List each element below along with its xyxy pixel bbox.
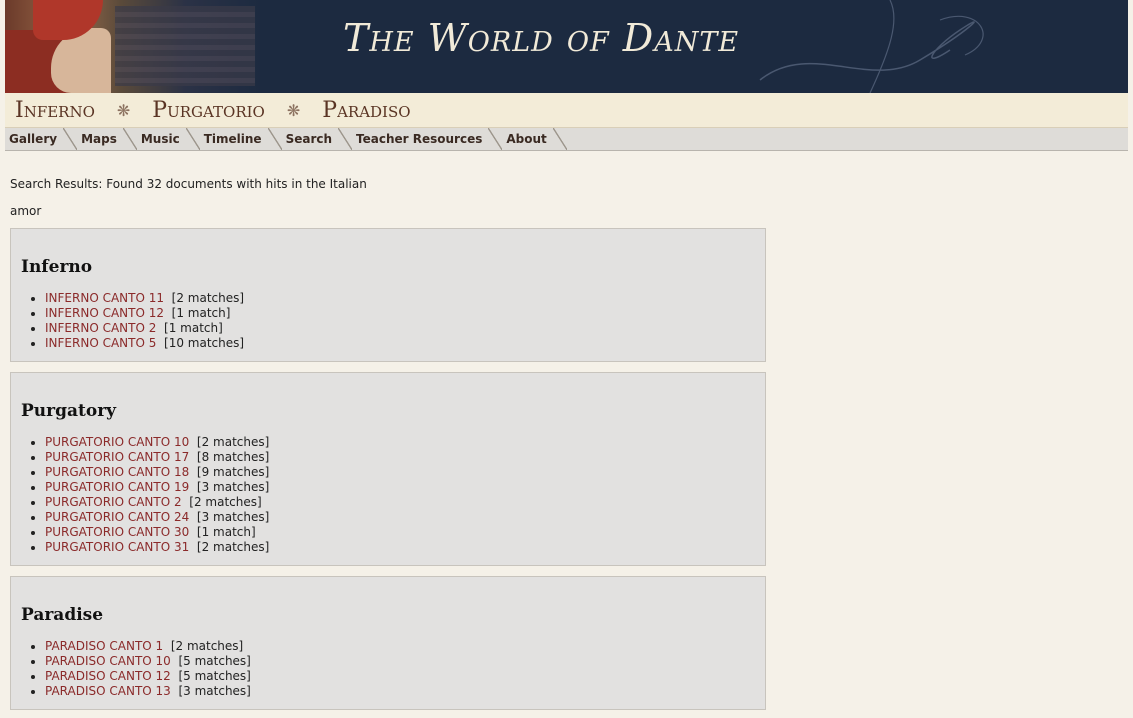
section-heading: Paradise [21,605,104,625]
result-link[interactable]: PARADISO CANTO 12 [45,669,171,683]
nav-teacher-resources[interactable]: Teacher Resources [352,128,488,150]
result-link[interactable]: PURGATORIO CANTO 24 [45,510,189,524]
list-item: PURGATORIO CANTO 17 [8 matches] [45,450,755,465]
match-count: [2 matches] [189,495,262,509]
result-link[interactable]: PURGATORIO CANTO 18 [45,465,189,479]
canticle-paradiso-link[interactable]: Paradiso [322,98,410,123]
result-link[interactable]: PURGATORIO CANTO 30 [45,525,189,539]
result-link[interactable]: PURGATORIO CANTO 17 [45,450,189,464]
match-count: [9 matches] [196,465,270,479]
list-item: PARADISO CANTO 13 [3 matches] [45,684,755,699]
match-count: [10 matches] [164,336,245,350]
result-link[interactable]: PARADISO CANTO 13 [45,684,171,698]
match-count: [8 matches] [196,450,270,464]
nav-divider [63,128,78,150]
nav-gallery[interactable]: Gallery [5,128,63,150]
result-link[interactable]: PARADISO CANTO 10 [45,654,171,668]
nav-divider [267,128,282,150]
nav-divider [185,128,200,150]
list-item: PARADISO CANTO 1 [2 matches] [45,639,755,654]
results-list: INFERNO CANTO 11 [2 matches] INFERNO CAN… [21,291,755,351]
list-item: PURGATORIO CANTO 10 [2 matches] [45,435,755,450]
result-link[interactable]: INFERNO CANTO 2 [45,321,156,335]
result-link[interactable]: INFERNO CANTO 5 [45,336,156,350]
nav-search[interactable]: Search [282,128,338,150]
nav-timeline[interactable]: Timeline [200,128,268,150]
search-query: amor [10,204,42,218]
list-item: INFERNO CANTO 5 [10 matches] [45,336,755,351]
ornament-swirl-icon [759,0,984,93]
match-count: [2 matches] [170,639,244,653]
list-item: PURGATORIO CANTO 24 [3 matches] [45,510,755,525]
list-item: PURGATORIO CANTO 30 [1 match] [45,525,755,540]
list-item: INFERNO CANTO 2 [1 match] [45,321,755,336]
canticle-inferno-link[interactable]: Inferno [15,98,95,123]
match-count: [1 match] [164,321,223,335]
site-title[interactable]: The World of Dante [343,16,739,60]
list-item: PURGATORIO CANTO 19 [3 matches] [45,480,755,495]
separator-ornament-icon: ❋ [286,100,301,120]
list-item: INFERNO CANTO 11 [2 matches] [45,291,755,306]
match-count: [5 matches] [178,654,251,668]
results-summary: Search Results: Found 32 documents with … [10,177,367,191]
match-count: [2 matches] [196,435,270,449]
match-count: [3 matches] [178,684,251,698]
list-item: PURGATORIO CANTO 18 [9 matches] [45,465,755,480]
list-item: PURGATORIO CANTO 2 [2 matches] [45,495,755,510]
result-link[interactable]: PURGATORIO CANTO 2 [45,495,182,509]
result-link[interactable]: PURGATORIO CANTO 19 [45,480,189,494]
section-heading: Inferno [21,257,93,277]
canticle-bar: Inferno ❋ Purgatorio ❋ Paradiso [5,93,1128,128]
match-count: [3 matches] [196,480,270,494]
nav-music[interactable]: Music [137,128,186,150]
canticle-purgatorio-link[interactable]: Purgatorio [152,98,265,123]
nav-about[interactable]: About [502,128,552,150]
result-link[interactable]: PARADISO CANTO 1 [45,639,163,653]
result-link[interactable]: PURGATORIO CANTO 31 [45,540,189,554]
nav-divider [338,128,353,150]
nav-divider [488,128,503,150]
list-item: PURGATORIO CANTO 31 [2 matches] [45,540,755,555]
result-link[interactable]: INFERNO CANTO 11 [45,291,164,305]
results-list: PARADISO CANTO 1 [2 matches] PARADISO CA… [21,639,755,699]
main-content: Search Results: Found 32 documents with … [0,177,1133,710]
match-count: [1 match] [171,306,231,320]
list-item: PARADISO CANTO 10 [5 matches] [45,654,755,669]
match-count: [1 match] [196,525,256,539]
results-section-paradise: Paradise PARADISO CANTO 1 [2 matches] PA… [10,576,766,710]
match-count: [2 matches] [171,291,245,305]
result-link[interactable]: INFERNO CANTO 12 [45,306,164,320]
match-count: [5 matches] [178,669,251,683]
results-section-purgatory: Purgatory PURGATORIO CANTO 10 [2 matches… [10,372,766,566]
match-count: [3 matches] [196,510,270,524]
separator-ornament-icon: ❋ [116,100,131,120]
nav-divider [122,128,137,150]
result-link[interactable]: PURGATORIO CANTO 10 [45,435,189,449]
list-item: PARADISO CANTO 12 [5 matches] [45,669,755,684]
main-nav: Gallery Maps Music Timeline Search Teach… [5,128,1128,151]
nav-divider [552,128,567,150]
site-banner: The World of Dante [5,0,1128,93]
dante-portrait-image [5,0,263,93]
section-heading: Purgatory [21,401,117,421]
results-list: PURGATORIO CANTO 10 [2 matches] PURGATOR… [21,435,755,555]
list-item: INFERNO CANTO 12 [1 match] [45,306,755,321]
match-count: [2 matches] [196,540,270,554]
results-section-inferno: Inferno INFERNO CANTO 11 [2 matches] INF… [10,228,766,362]
nav-maps[interactable]: Maps [77,128,123,150]
